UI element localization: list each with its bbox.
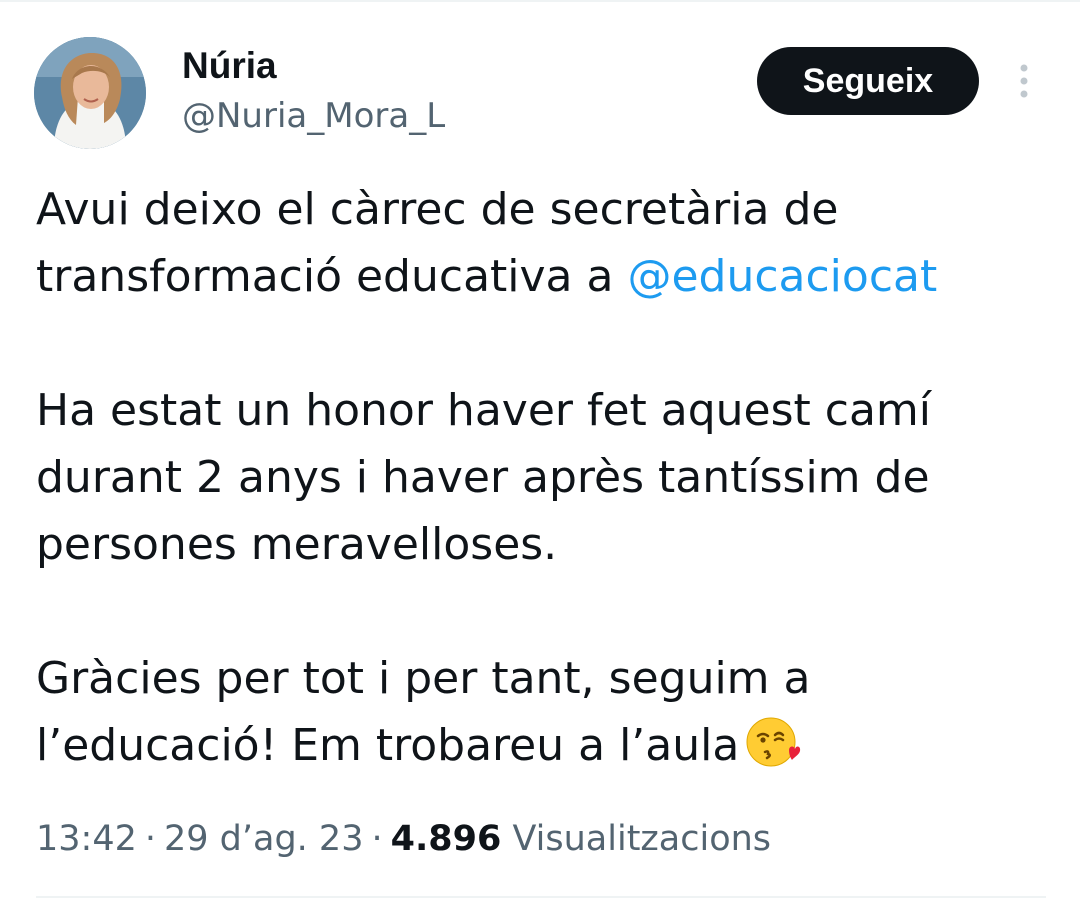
follow-button[interactable]: Segueix: [757, 47, 979, 115]
tweet-line: Ha estat un honor haver fet aquest camí: [36, 385, 932, 436]
avatar[interactable]: [34, 37, 146, 149]
tweet-line: persones meravelloses.: [36, 519, 558, 570]
tweet-date[interactable]: 29 d’ag. 23: [164, 819, 363, 859]
avatar-image: [34, 37, 146, 149]
tweet-line-text: l’educació! Em trobareu a l’aula: [36, 720, 740, 771]
meta-separator: ·: [371, 819, 383, 859]
tweet-line: durant 2 anys i haver après tantíssim de: [36, 452, 930, 503]
bottom-divider: [36, 896, 1046, 898]
mention-link[interactable]: @educaciocat: [627, 251, 937, 302]
tweet-line: Gràcies per tot i per tant, seguim a: [36, 653, 811, 704]
tweet-line-text: transformació educativa a: [36, 251, 628, 302]
tweet-time[interactable]: 13:42: [36, 819, 137, 859]
views-label[interactable]: Visualitzacions: [512, 819, 771, 859]
more-vertical-icon[interactable]: [1012, 62, 1036, 102]
user-handle[interactable]: @Nuria_Mora_L: [182, 94, 445, 138]
tweet-view: Núria @Nuria_Mora_L Segueix Avui deixo e…: [0, 0, 1080, 912]
tweet-line: l’educació! Em trobareu a l’aula: [36, 712, 1046, 779]
meta-separator: ·: [144, 819, 157, 859]
tweet-meta: 13:42 · 29 d’ag. 23 · 4.896 Visualitzacions: [36, 816, 771, 862]
top-divider: [0, 0, 1080, 2]
tweet-line: transformació educativa a @educaciocat: [36, 243, 1046, 310]
display-name[interactable]: Núria: [182, 44, 277, 88]
tweet-text: Avui deixo el càrrec de secretària de tr…: [36, 176, 1046, 779]
views-count[interactable]: 4.896: [391, 819, 502, 859]
tweet-line: Avui deixo el càrrec de secretària de: [36, 184, 839, 235]
kissing-face-emoji-icon: [745, 714, 801, 770]
